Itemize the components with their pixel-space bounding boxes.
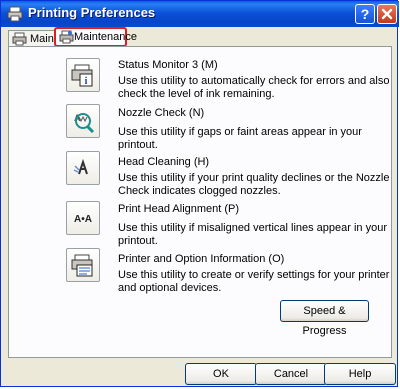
help-title-button[interactable]: ? <box>355 4 375 24</box>
printer-info-button[interactable] <box>66 248 100 282</box>
nozzle-check-title: Nozzle Check (N) <box>118 107 205 119</box>
question-mark-icon: ? <box>360 6 370 22</box>
tab-maintenance[interactable]: Maintenance <box>54 27 137 47</box>
status-monitor-button[interactable]: i <box>66 58 100 92</box>
status-monitor-desc: Use this utility to automatically check … <box>118 75 390 100</box>
nozzle-check-desc: Use this utility if gaps or faint areas … <box>118 126 362 151</box>
window-title: Printing Preferences <box>28 5 156 20</box>
printer-info-title: Printer and Option Information (O) <box>118 253 285 265</box>
tab-main-label: Main <box>30 33 54 45</box>
tab-maintenance-label: Maintenance <box>74 31 137 43</box>
close-icon <box>381 8 393 20</box>
printer-icon <box>12 32 27 46</box>
head-cleaning-icon <box>73 158 88 175</box>
head-cleaning-button[interactable] <box>66 151 100 185</box>
print-head-alignment-title: Print Head Alignment (P) <box>118 203 240 215</box>
ok-button[interactable]: OK <box>185 363 257 385</box>
print-head-alignment-button[interactable]: A•A <box>66 201 100 235</box>
title-bar[interactable]: Printing Preferences ? <box>1 1 399 27</box>
status-monitor-title: Status Monitor 3 (M) <box>118 59 218 71</box>
cancel-button[interactable]: Cancel <box>255 363 327 385</box>
svg-text:A•A: A•A <box>74 214 92 225</box>
maintenance-printer-icon <box>59 30 74 44</box>
printer-icon <box>7 6 23 22</box>
maintenance-panel: i Status Monitor 3 (M) Use this utility … <box>8 46 392 358</box>
tab-main[interactable]: Main <box>8 30 56 47</box>
nozzle-check-button[interactable]: A <box>66 104 100 138</box>
printer-info-icon <box>71 254 93 277</box>
head-cleaning-title: Head Cleaning (H) <box>118 156 210 168</box>
head-cleaning-desc: Use this utility if your print quality d… <box>118 172 390 197</box>
printing-preferences-window: Printing Preferences ? Main Maintenance <box>0 0 399 387</box>
svg-text:i: i <box>85 76 88 87</box>
close-button[interactable] <box>377 4 397 24</box>
help-button[interactable]: Help <box>324 363 396 385</box>
status-monitor-icon: i <box>71 64 93 87</box>
print-head-alignment-desc: Use this utility if misaligned vertical … <box>118 222 388 247</box>
printer-info-desc: Use this utility to create or verify set… <box>118 269 390 294</box>
speed-progress-button[interactable]: Speed & Progress <box>280 300 369 337</box>
nozzle-check-icon: A <box>74 113 95 133</box>
head-alignment-icon: A•A <box>74 214 92 225</box>
